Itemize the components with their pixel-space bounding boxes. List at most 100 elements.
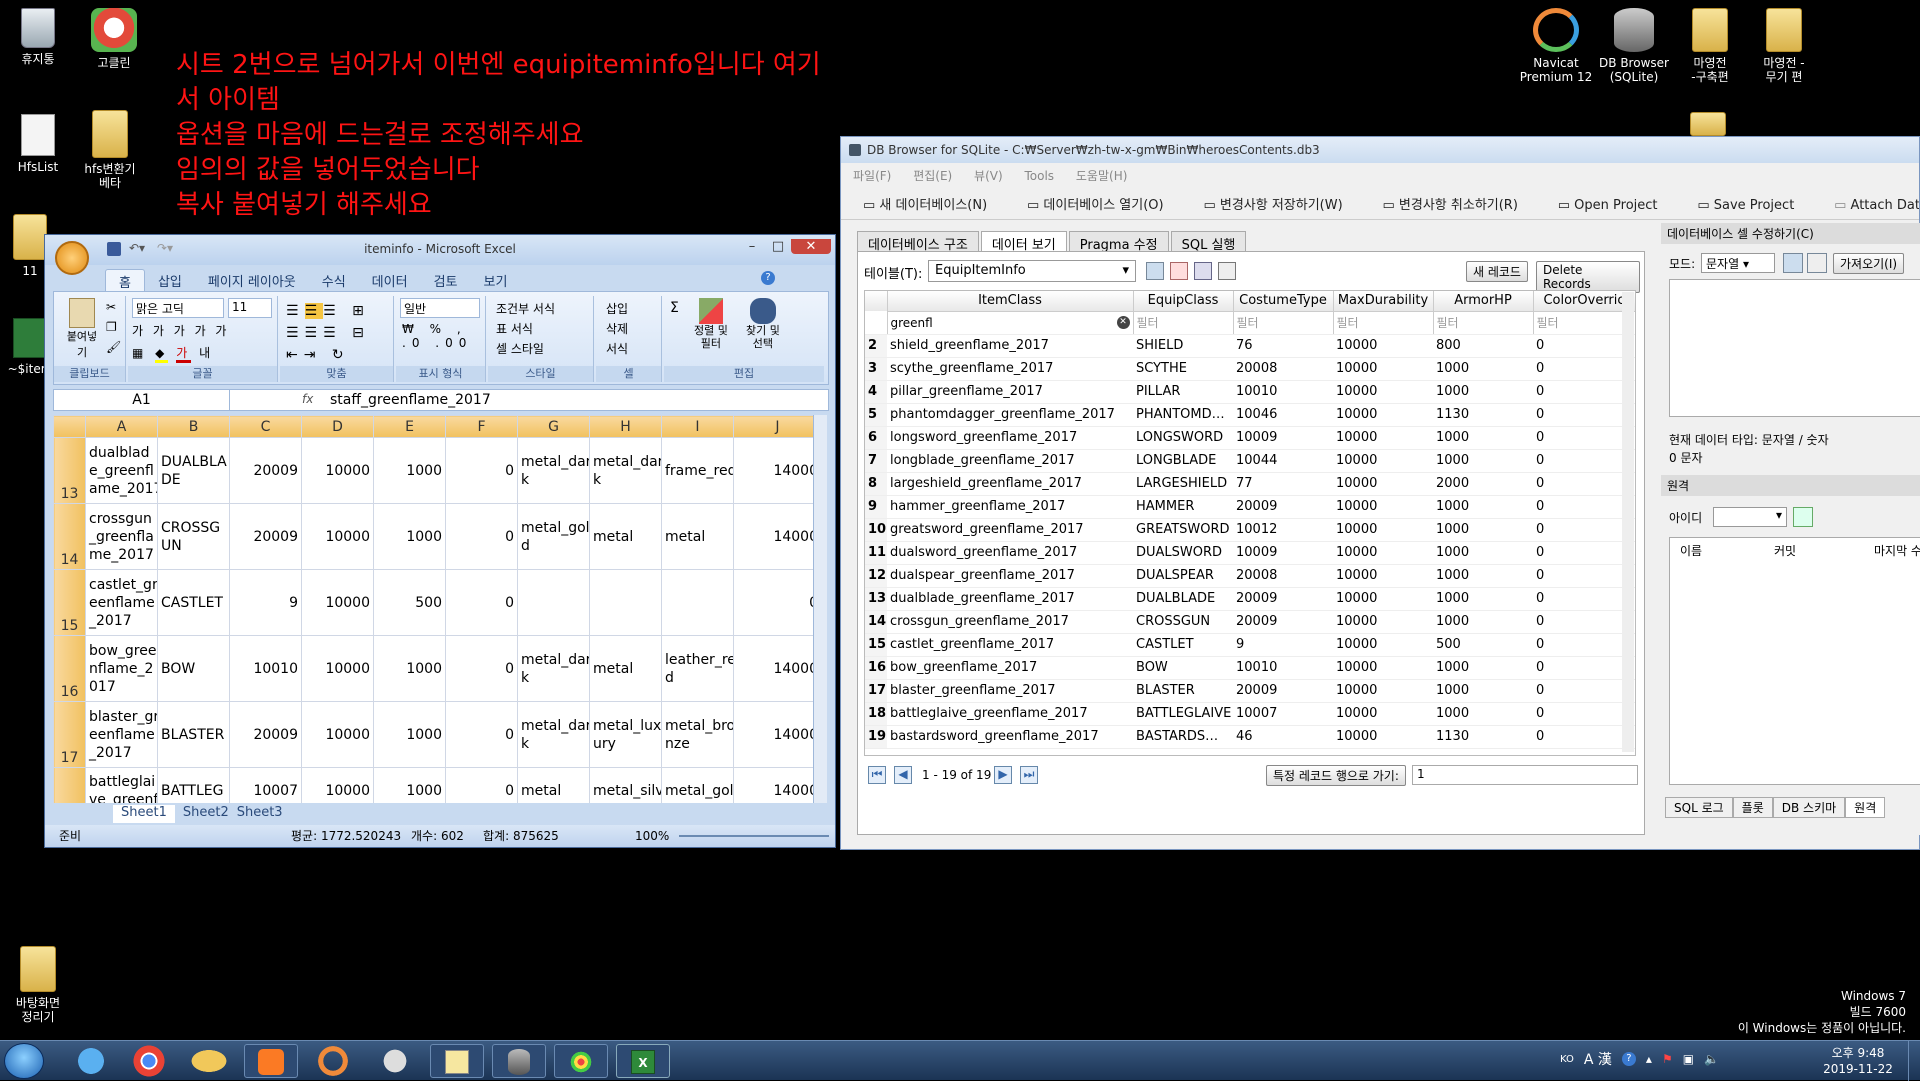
grid-cell[interactable]: largeshield_greenflame_2017 bbox=[887, 472, 1133, 496]
grid-cell[interactable]: 0 bbox=[1533, 518, 1635, 542]
column-header[interactable]: G bbox=[517, 415, 590, 438]
goto-record-input[interactable]: 1 bbox=[1412, 765, 1638, 785]
cell[interactable]: 1000 bbox=[373, 437, 446, 504]
remote-list[interactable]: 이름 커밋 마지막 수 bbox=[1669, 537, 1920, 785]
tab-formulas[interactable]: 수식 bbox=[309, 269, 359, 293]
table-row[interactable]: 14 crossgun_greenflame_2017 CROSSGUN 20009 1… bbox=[865, 610, 1635, 634]
cell[interactable]: bow_gree nflame_2 017 bbox=[85, 635, 158, 702]
grid-cell[interactable]: dualsword_greenflame_2017 bbox=[887, 541, 1133, 565]
grid-cell[interactable]: 10012 bbox=[1233, 518, 1333, 542]
excel-titlebar[interactable]: ↶▾ ↷▾ iteminfo - Microsoft Excel – □ ✕ bbox=[45, 235, 835, 275]
first-page-icon[interactable]: ⏮ bbox=[868, 766, 886, 784]
remote-col-name[interactable]: 이름 bbox=[1680, 542, 1702, 559]
row-number[interactable]: 12 bbox=[865, 564, 887, 588]
table-row[interactable]: 17 blaster_greenflame_2017 BLASTER 20009 100… bbox=[865, 679, 1635, 703]
cell[interactable] bbox=[517, 569, 590, 636]
grid-cell[interactable]: longblade_greenflame_2017 bbox=[887, 449, 1133, 473]
cell[interactable]: 14000 bbox=[733, 701, 821, 768]
cell[interactable]: 0 bbox=[445, 569, 518, 636]
sheet-tab-3[interactable]: Sheet3 bbox=[237, 805, 283, 823]
filter-input[interactable]: 필터 bbox=[1232, 310, 1334, 335]
import-button[interactable]: 가져오기(I) bbox=[1833, 253, 1905, 274]
row-number[interactable]: 4 bbox=[865, 380, 887, 404]
cell[interactable]: 0 bbox=[445, 437, 518, 504]
menu-view[interactable]: 뷰(V) bbox=[974, 169, 1003, 183]
desktop-icon-gocleaner[interactable]: 고클린 bbox=[74, 8, 154, 70]
grid-cell[interactable]: 0 bbox=[1533, 702, 1635, 726]
grid-cell[interactable]: 10000 bbox=[1333, 656, 1433, 680]
identity-settings-icon[interactable] bbox=[1793, 507, 1813, 527]
grid-cell[interactable]: BLASTER bbox=[1133, 679, 1233, 703]
table-row[interactable]: 11 dualsword_greenflame_2017 DUALSWORD 1000… bbox=[865, 541, 1635, 565]
db-browser-window[interactable]: DB Browser for SQLite - C:₩Server₩zh-tw-… bbox=[840, 136, 1920, 850]
grid-cell[interactable]: 1000 bbox=[1433, 656, 1533, 680]
remote-col-last[interactable]: 마지막 수 bbox=[1874, 542, 1920, 559]
db-browser-icon[interactable] bbox=[492, 1044, 546, 1078]
office-button[interactable] bbox=[55, 241, 89, 275]
formula-input[interactable]: staff_greenflame_2017 bbox=[330, 390, 491, 410]
xampp-icon[interactable] bbox=[244, 1044, 298, 1078]
grid-cell[interactable]: LARGESHIELD bbox=[1133, 472, 1233, 496]
cell[interactable]: BOW bbox=[157, 635, 230, 702]
start-button[interactable] bbox=[4, 1043, 44, 1079]
cell[interactable]: metal bbox=[589, 503, 662, 570]
row-number[interactable]: 2 bbox=[865, 334, 887, 358]
cell[interactable]: 10000 bbox=[301, 503, 374, 570]
table-format-button[interactable]: 표 서식 bbox=[496, 320, 533, 337]
ime-lang[interactable]: KO bbox=[1560, 1054, 1574, 1065]
sort-filter-button[interactable]: 정렬 및 필터 bbox=[694, 298, 728, 350]
print-icon[interactable] bbox=[1218, 262, 1236, 280]
paint-icon[interactable] bbox=[554, 1044, 608, 1078]
desktop-icon-hfs-converter[interactable]: hfs변환기 베타 bbox=[70, 110, 150, 190]
tab-remote[interactable]: 원격 bbox=[1845, 797, 1886, 818]
grid-cell[interactable]: 20009 bbox=[1233, 495, 1333, 519]
row-header[interactable]: 15 bbox=[53, 569, 86, 636]
data-grid[interactable]: ItemClass EquipClass CostumeType MaxDurabil… bbox=[864, 290, 1636, 756]
desktop-icon-navicat[interactable]: Navicat Premium 12 bbox=[1516, 8, 1596, 84]
clear-filter-icon[interactable]: ✕ bbox=[1116, 315, 1130, 329]
cell[interactable]: 0 bbox=[445, 701, 518, 768]
column-header[interactable]: ItemClass bbox=[887, 291, 1134, 311]
grid-cell[interactable]: DUALSWORD bbox=[1133, 541, 1233, 565]
grid-cell[interactable]: BASTARDS… bbox=[1133, 725, 1233, 749]
number-format-buttons[interactable]: ₩ % , .0 .00 bbox=[402, 322, 472, 350]
grid-cell[interactable]: 20009 bbox=[1233, 610, 1333, 634]
grid-cell[interactable]: 10009 bbox=[1233, 541, 1333, 565]
network-icon[interactable]: ▣ bbox=[1683, 1052, 1694, 1066]
column-header[interactable]: MaxDurability bbox=[1333, 291, 1434, 311]
tab-view[interactable]: 보기 bbox=[470, 269, 520, 293]
cell[interactable]: castlet_gr eenflame _2017 bbox=[85, 569, 158, 636]
grid-cell[interactable]: LONGBLADE bbox=[1133, 449, 1233, 473]
grid-cell[interactable]: 1000 bbox=[1433, 610, 1533, 634]
cell[interactable]: 1000 bbox=[373, 503, 446, 570]
cell[interactable]: metal_dar k bbox=[589, 437, 662, 504]
cell[interactable]: 10000 bbox=[301, 767, 374, 803]
volume-icon[interactable]: 🔈 bbox=[1704, 1052, 1719, 1066]
cell[interactable]: metal_dar k bbox=[517, 701, 590, 768]
cell[interactable]: metal_dar k bbox=[517, 437, 590, 504]
grid-cell[interactable]: 1000 bbox=[1433, 518, 1533, 542]
save-table-icon[interactable] bbox=[1194, 262, 1212, 280]
grid-cell[interactable]: BOW bbox=[1133, 656, 1233, 680]
tab-plot[interactable]: 플롯 bbox=[1732, 797, 1773, 818]
grid-cell[interactable]: 10000 bbox=[1333, 449, 1433, 473]
cell[interactable]: BLASTER bbox=[157, 701, 230, 768]
cell[interactable]: 500 bbox=[373, 569, 446, 636]
row-header[interactable]: 13 bbox=[53, 437, 86, 504]
row-number[interactable]: 15 bbox=[865, 633, 887, 657]
column-header[interactable]: A bbox=[85, 415, 158, 438]
cell[interactable]: metal bbox=[517, 767, 590, 803]
tab-insert[interactable]: 삽입 bbox=[145, 269, 195, 293]
chart-app-icon[interactable] bbox=[430, 1044, 484, 1078]
table-row[interactable]: 12 dualspear_greenflame_2017 DUALSPEAR 2000… bbox=[865, 564, 1635, 588]
column-header[interactable]: J bbox=[733, 415, 821, 438]
insert-cells-button[interactable]: 삽입 bbox=[606, 300, 628, 317]
next-page-icon[interactable]: ▶ bbox=[994, 766, 1012, 784]
grid-cell[interactable]: castlet_greenflame_2017 bbox=[887, 633, 1133, 657]
grid-cell[interactable]: 0 bbox=[1533, 725, 1635, 749]
db-titlebar[interactable]: DB Browser for SQLite - C:₩Server₩zh-tw-… bbox=[841, 137, 1919, 163]
chrome-icon[interactable] bbox=[122, 1044, 176, 1078]
grid-cell[interactable]: 10000 bbox=[1333, 334, 1433, 358]
menu-edit[interactable]: 편집(E) bbox=[913, 169, 952, 183]
grid-cell[interactable]: 10000 bbox=[1333, 495, 1433, 519]
